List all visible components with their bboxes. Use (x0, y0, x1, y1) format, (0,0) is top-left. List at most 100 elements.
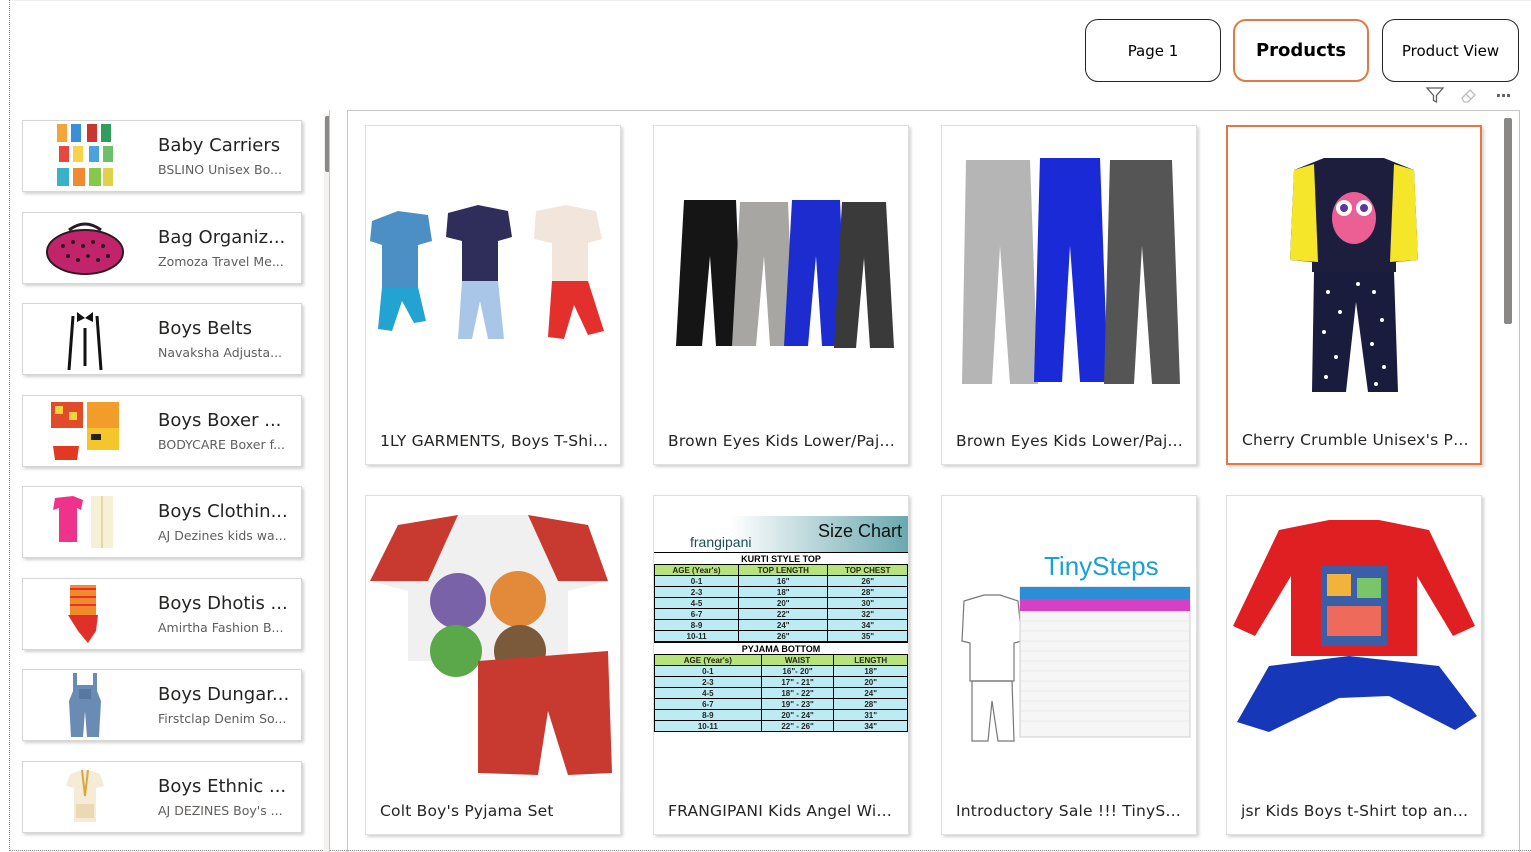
lower-pants-trio-image (942, 126, 1196, 426)
size-chart-heading: Size Chart (817, 521, 902, 541)
category-card[interactable]: Boys Clothin... AJ Dezines kids wa... (22, 486, 302, 558)
size-chart-image: frangipani Size Chart KURTI STYLE TOP AG… (653, 496, 908, 796)
category-title: Baby Carriers (158, 135, 281, 156)
table-header: AGE (Year's) (653, 564, 740, 576)
category-card[interactable]: Baby Carriers BSLINO Unisex Bo... (22, 120, 302, 192)
boxer-shorts-image (23, 396, 147, 466)
product-title: Brown Eyes Kids Lower/Paj... (956, 432, 1183, 450)
category-subtitle: BODYCARE Boxer f... (158, 437, 285, 452)
dungaree-image (23, 670, 147, 740)
product-title: Introductory Sale !!! TinyStep... (956, 802, 1186, 820)
table-cell: 10-11 (653, 630, 740, 642)
category-card[interactable]: Boys Ethnic ... AJ DEZINES Boy's ... (22, 761, 302, 833)
table-cell: 18" (833, 665, 908, 677)
eraser-icon[interactable] (1458, 84, 1480, 106)
lower-pants-image (654, 126, 908, 426)
category-card[interactable]: Bag Organiz... Zomoza Travel Me... (22, 212, 302, 284)
table-cell: 4-5 (653, 597, 740, 609)
table-cell: 26" (827, 575, 908, 587)
table-cell: 0-1 (654, 665, 762, 677)
product-card[interactable]: Brown Eyes Kids Lower/Paj... (941, 125, 1197, 465)
kurta-set-image (23, 487, 147, 557)
slicer-scrollbar-thumb[interactable] (325, 116, 329, 172)
frangipani-brand-label: frangipani (690, 534, 752, 550)
category-title: Bag Organiz... (158, 227, 286, 248)
table-header: WAIST (760, 654, 835, 666)
category-title: Boys Clothin... (158, 501, 288, 522)
product-title: 1LY GARMENTS, Boys T-Shi... (380, 432, 609, 450)
table-cell: 10-11 (654, 720, 762, 732)
table-cell: 22" (738, 608, 829, 620)
nav-button-products[interactable]: Products (1233, 19, 1369, 82)
table-cell: 24" (833, 687, 908, 699)
table-cell: 2-3 (653, 586, 740, 598)
table-cell: 26" (738, 630, 829, 642)
category-subtitle: Zomoza Travel Me... (158, 254, 284, 269)
table-cell: 16" (738, 575, 829, 587)
category-subtitle: Amirtha Fashion B... (158, 620, 284, 635)
product-card[interactable]: 1LY GARMENTS, Boys T-Shi... (365, 125, 621, 465)
table-cell: 32" (827, 608, 908, 620)
product-card[interactable]: jsr Kids Boys t-Shirt top and... (1226, 495, 1482, 835)
nav-button-product-view[interactable]: Product View (1382, 19, 1519, 82)
table-cell: 19" - 23" (760, 698, 835, 710)
table-cell: 20" (833, 676, 908, 688)
table-cell: 20" - 24" (760, 709, 835, 721)
filter-icon[interactable] (1424, 84, 1446, 106)
table-cell: 34" (833, 720, 908, 732)
table-cell: 31" (833, 709, 908, 721)
category-title: Boys Boxer ... (158, 410, 282, 431)
category-title: Boys Belts (158, 318, 252, 339)
owl-pyjama-image (1228, 127, 1480, 427)
table-cell: 2-3 (654, 676, 762, 688)
gallery-scrollbar-thumb[interactable] (1504, 118, 1512, 324)
red-tshirt-blue-pyjama-image (1227, 496, 1481, 796)
table-cell: 16"- 20" (760, 665, 835, 677)
table-cell: 24" (738, 619, 829, 631)
category-card[interactable]: Boys Belts Navaksha Adjusta... (22, 303, 302, 375)
bottom-section-label: PYJAMA BOTTOM (654, 642, 908, 654)
table-cell: 17" - 21" (760, 676, 835, 688)
product-title: Colt Boy's Pyjama Set (380, 802, 554, 820)
category-subtitle: BSLINO Unisex Bo... (158, 162, 282, 177)
ethnic-wear-image (23, 762, 147, 832)
table-header: LENGTH (833, 654, 908, 666)
product-card[interactable]: Colt Boy's Pyjama Set (365, 495, 621, 835)
top-size-table: AGE (Year's) TOP LENGTH TOP CHEST 0-1 16"… (653, 564, 908, 642)
product-title: Brown Eyes Kids Lower/Paj... (668, 432, 895, 450)
product-title: jsr Kids Boys t-Shirt top and... (1241, 802, 1471, 820)
bag-organizer-image (23, 213, 147, 283)
category-title: Boys Dungar... (158, 684, 290, 705)
category-title: Boys Ethnic ... (158, 776, 287, 797)
tinysteps-size-chart-image: TinySteps (942, 496, 1196, 796)
product-title: FRANGIPANI Kids Angel Win... (668, 802, 898, 820)
visual-header: ··· (1424, 84, 1514, 106)
table-header: TOP LENGTH (738, 564, 829, 576)
table-cell: 18" - 22" (760, 687, 835, 699)
category-slicer: Baby Carriers BSLINO Unisex Bo... Bag Or… (12, 110, 330, 852)
product-title: Cherry Crumble Unisex's Py... (1242, 431, 1470, 449)
category-card[interactable]: Boys Dhotis ... Amirtha Fashion B... (22, 578, 302, 650)
product-card[interactable]: Cherry Crumble Unisex's Py... (1226, 125, 1482, 465)
table-cell: 8-9 (653, 619, 740, 631)
table-cell: 34" (827, 619, 908, 631)
table-cell: 4-5 (654, 687, 762, 699)
table-cell: 35" (827, 630, 908, 642)
table-cell: 18" (738, 586, 829, 598)
product-card[interactable]: Brown Eyes Kids Lower/Paj... (653, 125, 909, 465)
slicer-scrollbar-track[interactable] (324, 114, 329, 852)
table-cell: 30" (827, 597, 908, 609)
dhoti-set-image (23, 579, 147, 649)
category-subtitle: AJ DEZINES Boy's ... (158, 803, 283, 818)
table-cell: 28" (833, 698, 908, 710)
product-card[interactable]: frangipani Size Chart KURTI STYLE TOP AG… (653, 495, 909, 835)
avengers-set-image (366, 496, 620, 796)
tinysteps-logo: TinySteps (1044, 551, 1159, 581)
category-card[interactable]: Boys Dungar... Firstclap Denim So... (22, 669, 302, 741)
more-options-icon[interactable]: ··· (1492, 84, 1514, 106)
category-subtitle: Navaksha Adjusta... (158, 345, 283, 360)
category-card[interactable]: Boys Boxer ... BODYCARE Boxer f... (22, 395, 302, 467)
category-title: Boys Dhotis ... (158, 593, 288, 614)
product-card[interactable]: TinySteps Introductory Sale !!! TinyStep… (941, 495, 1197, 835)
nav-button-page-1[interactable]: Page 1 (1085, 19, 1221, 82)
